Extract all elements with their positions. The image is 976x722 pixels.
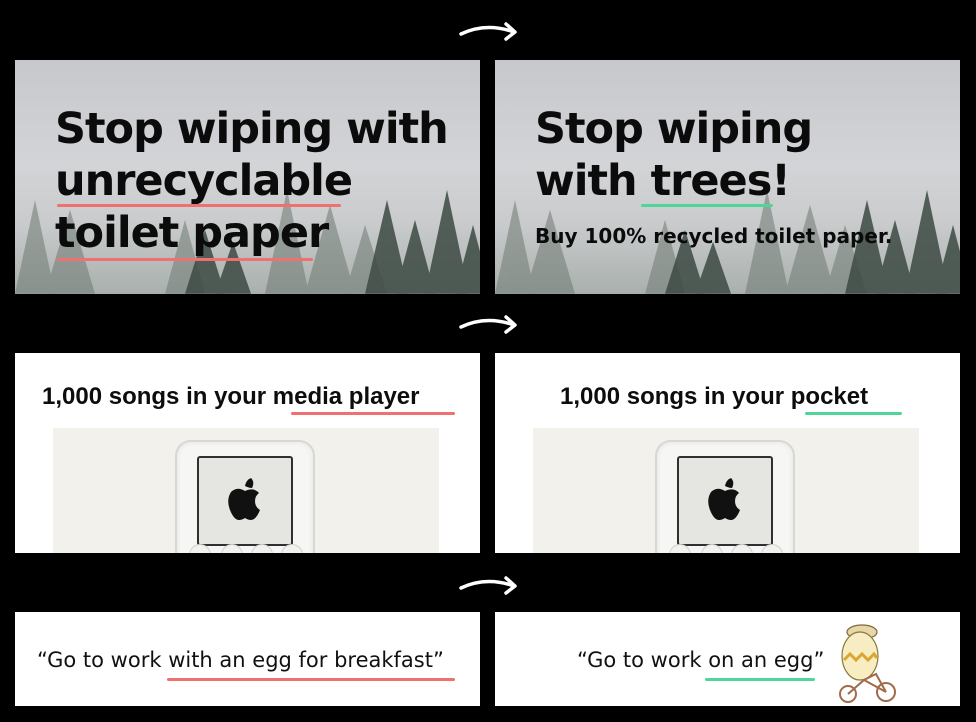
product-image [533,428,919,553]
before-panel-toilet-paper: Stop wiping with unrecyclable toilet pap… [15,60,480,294]
underline-with-an-egg-for-breakfast [167,678,455,681]
tagline-prefix: 1,000 songs in your [42,383,273,410]
tagline: 1,000 songs in your media player [42,383,420,411]
arrow-right-icon [459,315,517,334]
egg-on-bicycle-icon [839,624,896,703]
tagline-highlight: media player [272,383,420,410]
after-panel-ipod: 1,000 songs in your pocket [495,353,960,553]
headline-line-1: Stop wiping [535,104,813,154]
ipod-illustration [175,440,315,553]
tagline: 1,000 songs in your pocket [560,383,868,411]
quote-highlight: with an egg for breakfast [168,648,433,672]
quote: “Go to work on an egg” [577,648,825,672]
headline-line-2: with trees! [535,156,791,206]
headline-line-1: Stop wiping with [55,104,449,154]
apple-logo-icon [708,478,740,520]
ipod-illustration [655,440,795,553]
headline-line-3: toilet paper [55,208,329,258]
underline-trees [641,204,773,207]
underline-media-player [291,412,455,415]
tagline-highlight: pocket [790,383,869,410]
underline-unrecyclable [57,204,341,207]
underline-toilet-paper [57,258,313,261]
before-panel-ipod: 1,000 songs in your media player [15,353,480,553]
underline-on-an-egg [705,678,815,681]
arrow-right-icon [459,22,517,41]
headline-line-2: unrecyclable [55,156,353,206]
before-panel-egg: “Go to work with an egg for breakfast” [15,612,480,706]
apple-logo-icon [228,478,260,520]
quote: “Go to work with an egg for breakfast” [37,648,444,672]
forest-illustration [495,190,960,294]
after-panel-toilet-paper: Stop wiping with trees! Buy 100% recycle… [495,60,960,294]
product-image [53,428,439,553]
subtitle: Buy 100% recycled toilet paper. [535,224,893,248]
quote-highlight: on an egg [708,648,814,672]
arrow-right-icon [459,576,517,595]
underline-pocket [805,412,902,415]
tagline-prefix: 1,000 songs in your [560,383,791,410]
after-panel-egg: “Go to work on an egg” [495,612,960,706]
